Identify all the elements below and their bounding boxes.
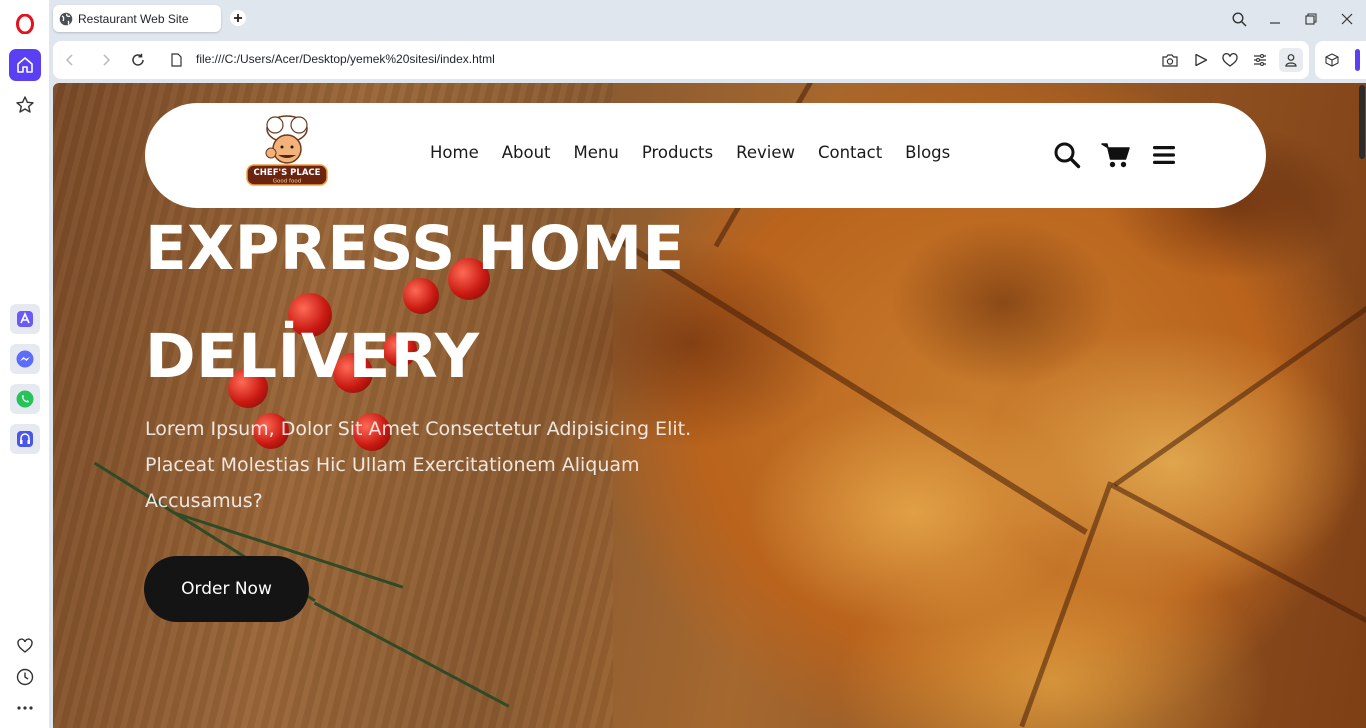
web-page: CHEF'S PLACE Good food Home About Menu P… [53, 83, 1366, 728]
bookmark-heart-icon[interactable] [1221, 51, 1239, 69]
tab-title: Restaurant Web Site [78, 11, 189, 26]
my-flow-heart-icon[interactable] [9, 630, 41, 662]
nav-about[interactable]: About [502, 143, 551, 162]
send-play-icon[interactable] [1192, 51, 1210, 69]
aria-icon[interactable] [10, 304, 40, 334]
new-tab-plus-icon[interactable] [230, 10, 246, 26]
site-header: CHEF'S PLACE Good food Home About Menu P… [145, 103, 1266, 208]
pizza-slice-cut [1110, 483, 1366, 638]
profile-icon[interactable] [1279, 48, 1303, 72]
hero-description: Lorem Ipsum, Dolor Sit Amet Consectetur … [145, 418, 692, 512]
shopping-cart-icon[interactable] [1101, 140, 1131, 170]
browser-sidebar [0, 0, 50, 728]
nav-home[interactable]: Home [430, 143, 479, 162]
hamburger-menu-icon[interactable] [1149, 140, 1179, 170]
minimize-icon[interactable] [1263, 8, 1287, 30]
address-bar: file:///C:/Users/Acer/Desktop/yemek%20si… [53, 41, 1309, 79]
nav-review[interactable]: Review [736, 143, 795, 162]
opera-logo-icon[interactable] [9, 8, 41, 40]
back-arrow-icon[interactable] [60, 50, 80, 70]
file-page-icon [166, 50, 186, 70]
nav-products[interactable]: Products [642, 143, 713, 162]
nav-menu[interactable]: Menu [574, 143, 619, 162]
scrollbar-thumb[interactable] [1359, 85, 1365, 159]
logo-line-1: CHEF'S PLACE [254, 168, 321, 178]
forward-arrow-icon[interactable] [96, 50, 116, 70]
chefs-place-logo[interactable]: CHEF'S PLACE Good food [245, 111, 329, 195]
reload-icon[interactable] [128, 50, 148, 70]
hero-title-line-2: DELİVERY [145, 321, 480, 392]
url-field[interactable]: file:///C:/Users/Acer/Desktop/yemek%20si… [196, 52, 495, 66]
home-icon[interactable] [9, 49, 41, 81]
sidebar-toggle-accent[interactable] [1355, 49, 1360, 71]
music-player-icon[interactable] [10, 424, 40, 454]
order-now-button[interactable]: Order Now [144, 556, 309, 622]
restore-icon[interactable] [1299, 8, 1323, 30]
messenger-icon[interactable] [10, 344, 40, 374]
globe-icon [59, 12, 73, 25]
pizza-slice-cut [1113, 293, 1366, 488]
main-nav: Home About Menu Products Review Contact … [430, 143, 973, 162]
tab-search-icon[interactable] [1227, 8, 1251, 30]
extensions-cube-icon[interactable] [1323, 51, 1341, 69]
tab-bar: Restaurant Web Site [50, 0, 1366, 40]
browser-tab[interactable]: Restaurant Web Site [53, 5, 221, 32]
history-clock-icon[interactable] [9, 661, 41, 693]
easy-setup-icon[interactable] [1251, 51, 1269, 69]
speed-dial-star-icon[interactable] [9, 89, 41, 121]
page-scrollbar[interactable] [1358, 83, 1366, 728]
nav-blogs[interactable]: Blogs [905, 143, 950, 162]
snapshot-camera-icon[interactable] [1161, 51, 1179, 69]
more-dots-icon[interactable] [9, 692, 41, 724]
hero-title: EXPRESS HOME DELİVERY [145, 195, 745, 411]
close-window-icon[interactable] [1335, 8, 1359, 30]
logo-line-2: Good food [273, 179, 301, 185]
hero-title-line-1: EXPRESS HOME [145, 213, 685, 284]
search-icon[interactable] [1052, 140, 1082, 170]
nav-contact[interactable]: Contact [818, 143, 882, 162]
whatsapp-icon[interactable] [10, 384, 40, 414]
extensions-area [1315, 41, 1366, 79]
